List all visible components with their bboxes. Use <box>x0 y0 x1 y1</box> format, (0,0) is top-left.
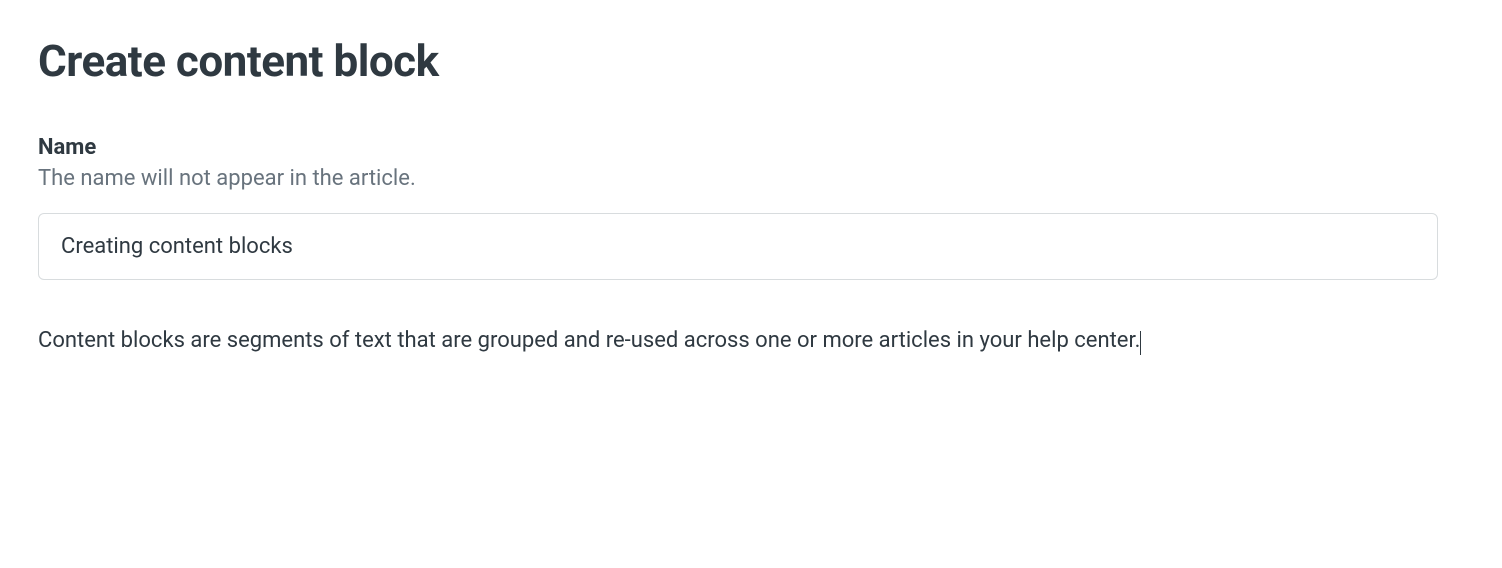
content-body-text: Content blocks are segments of text that… <box>38 328 1140 353</box>
name-field-group: Name The name will not appear in the art… <box>38 135 1464 280</box>
page-title: Create content block <box>38 35 1464 87</box>
name-input[interactable] <box>38 213 1438 280</box>
content-body-area[interactable]: Content blocks are segments of text that… <box>38 322 1438 382</box>
content-body-editor[interactable]: Content blocks are segments of text that… <box>38 322 1438 382</box>
text-cursor-icon <box>1140 331 1141 355</box>
name-help-text: The name will not appear in the article. <box>38 166 1464 191</box>
name-label: Name <box>38 135 1464 160</box>
